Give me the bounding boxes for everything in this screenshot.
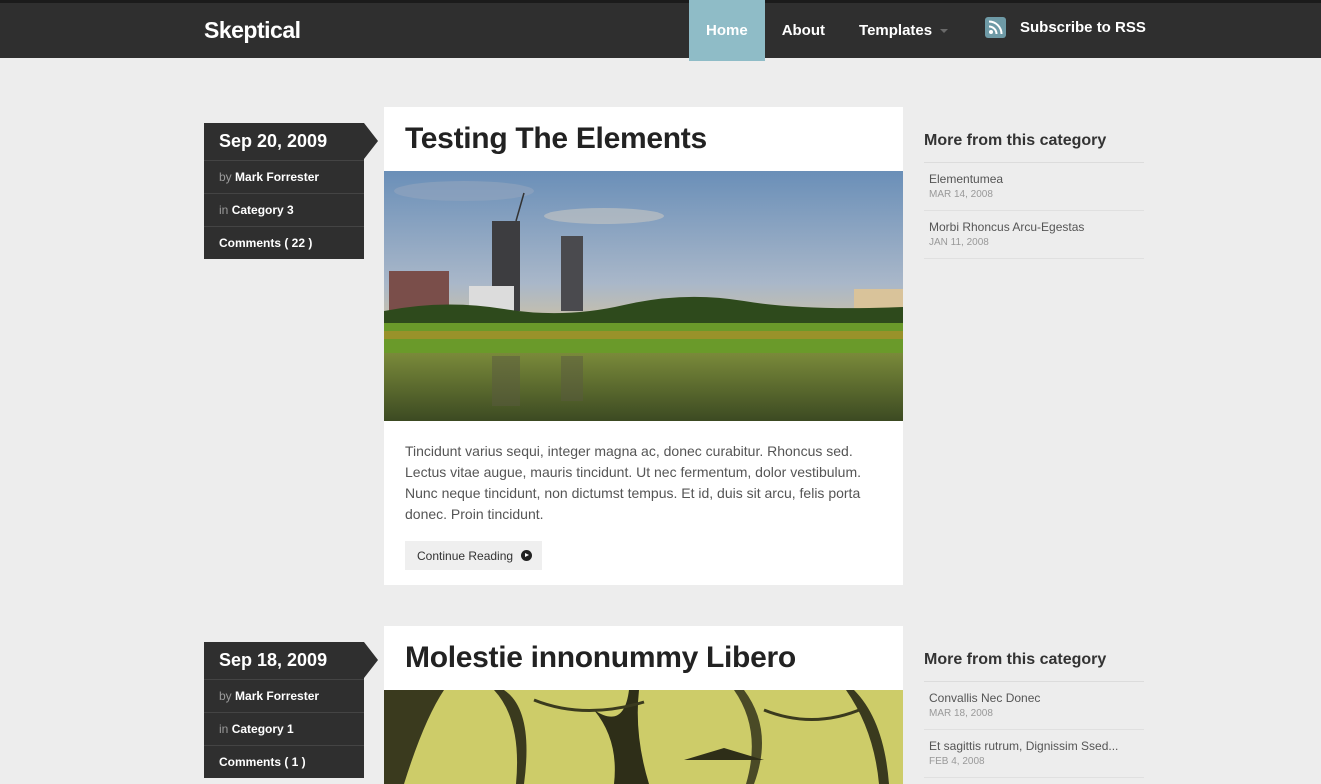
sidebar-title: More from this category (924, 127, 1144, 163)
post-author-link[interactable]: Mark Forrester (235, 689, 319, 703)
nav-item-about[interactable]: About (765, 0, 842, 61)
nav-item-label: About (781, 22, 826, 39)
post-date-text: Sep 18, 2009 (219, 650, 328, 670)
post-image-city-lake[interactable] (384, 171, 903, 421)
post-image-forest[interactable] (384, 690, 903, 784)
related-post-date: MAR 18, 2008 (929, 708, 993, 719)
post-comments-link[interactable]: Comments ( 22 ) (204, 226, 364, 259)
post-author-row: by Mark Forrester (204, 679, 364, 712)
date-arrow (364, 642, 378, 678)
date-arrow (364, 123, 378, 159)
post-meta: Sep 20, 2009 by Mark Forrester in Catego… (204, 123, 378, 259)
related-post-date: MAR 14, 2008 (929, 189, 993, 200)
related-post-item[interactable]: Et sagittis rutrum, Dignissim Ssed... FE… (924, 730, 1144, 778)
main-nav: Home About Templates (689, 0, 965, 61)
nav-item-label: Home (706, 22, 748, 39)
arrow-right-circle-icon (521, 550, 533, 561)
related-post-item[interactable]: Elementumea MAR 14, 2008 (924, 163, 1144, 211)
site-logo[interactable]: Skeptical (204, 17, 301, 44)
post-category-link[interactable]: Category 1 (232, 722, 294, 736)
post-date: Sep 20, 2009 (204, 123, 378, 160)
nav-item-templates[interactable]: Templates (842, 0, 965, 61)
rss-icon (985, 17, 1006, 38)
post-meta: Sep 18, 2009 by Mark Forrester in Catego… (204, 642, 378, 778)
post-author-link[interactable]: Mark Forrester (235, 170, 319, 184)
in-prefix: in (219, 203, 229, 217)
related-post-date: JAN 11, 2008 (929, 237, 989, 248)
related-post-date: FEB 4, 2008 (929, 756, 985, 767)
related-post-title: Elementumea (929, 172, 1004, 186)
site-header: Skeptical Home About Templates Subscribe… (0, 0, 1321, 61)
post-author-row: by Mark Forrester (204, 160, 364, 193)
post-category-row: in Category 3 (204, 193, 364, 226)
in-prefix: in (219, 722, 229, 736)
sidebar-related: More from this category Convallis Nec Do… (924, 646, 1144, 778)
nav-item-label: Templates (859, 22, 933, 39)
post-title[interactable]: Molestie innonummy Libero (384, 626, 903, 690)
post-category-link[interactable]: Category 3 (232, 203, 294, 217)
by-prefix: by (219, 170, 232, 184)
by-prefix: by (219, 689, 232, 703)
related-post-item[interactable]: Morbi Rhoncus Arcu-Egestas JAN 11, 2008 (924, 211, 1144, 259)
post-excerpt: Tincidunt varius sequi, integer magna ac… (405, 443, 861, 522)
post-card: Testing The Elements Tincidunt varius se… (384, 107, 903, 585)
continue-reading-label: Continue Reading (417, 548, 514, 563)
rss-label: Subscribe to RSS (1020, 19, 1146, 36)
sidebar-related: More from this category Elementumea MAR … (924, 127, 1144, 259)
nav-item-home[interactable]: Home (689, 0, 765, 61)
related-post-title: Morbi Rhoncus Arcu-Egestas (929, 220, 1085, 234)
continue-reading-button[interactable]: Continue Reading (405, 541, 543, 570)
post-date: Sep 18, 2009 (204, 642, 378, 679)
post-comments-link[interactable]: Comments ( 1 ) (204, 745, 364, 778)
related-post-title: Convallis Nec Donec (929, 691, 1041, 705)
post-category-row: in Category 1 (204, 712, 364, 745)
related-post-title: Et sagittis rutrum, Dignissim Ssed... (929, 739, 1119, 753)
related-post-item[interactable]: Convallis Nec Donec MAR 18, 2008 (924, 682, 1144, 730)
post-card: Molestie innonummy Libero (384, 626, 903, 784)
subscribe-rss-link[interactable]: Subscribe to RSS (985, 17, 1146, 38)
chevron-down-icon (940, 28, 949, 33)
post-title[interactable]: Testing The Elements (384, 107, 903, 171)
post-date-text: Sep 20, 2009 (219, 131, 328, 151)
sidebar-title: More from this category (924, 646, 1144, 682)
